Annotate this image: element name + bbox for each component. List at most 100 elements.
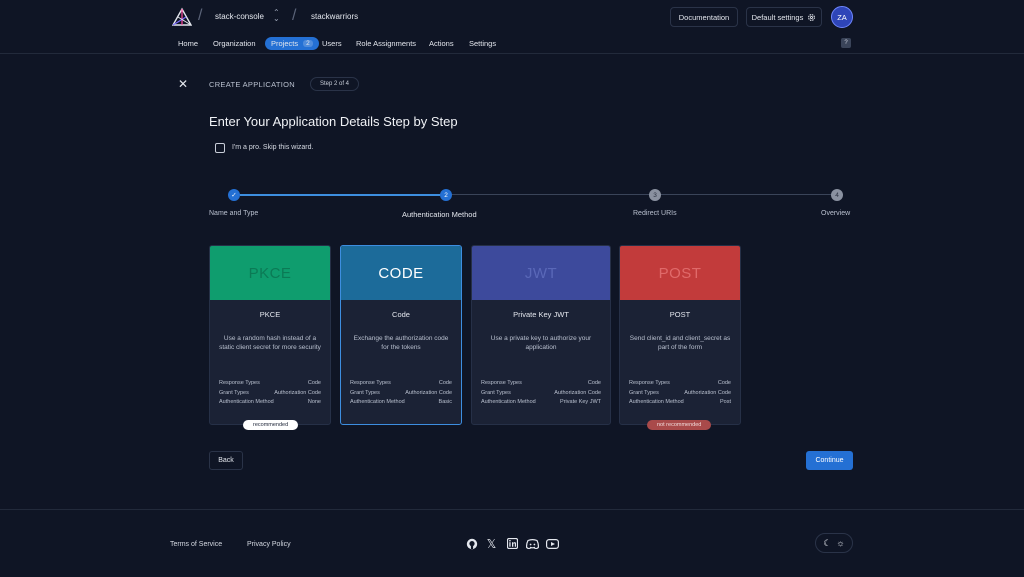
close-icon[interactable]: ✕ — [178, 77, 188, 91]
top-bar: / stack-console ⌃ ⌄ / stackwarriors Docum… — [0, 0, 1024, 34]
prop-label: Authentication Method — [350, 399, 405, 405]
discord-icon[interactable] — [526, 537, 539, 550]
prop-label: Authentication Method — [629, 399, 684, 405]
breadcrumb-separator: / — [292, 7, 297, 24]
prop-label: Grant Types — [481, 389, 511, 396]
prop-value: Code — [717, 380, 731, 386]
prop-value: Authorization Code — [405, 389, 452, 396]
auth-method-card-code[interactable]: CODE Code Exchange the authorization cod… — [340, 245, 462, 425]
prop-row: Grant Types Authorization Code — [481, 389, 601, 399]
card-description: Exchange the authorization code for the … — [353, 335, 449, 351]
nav-item-label: Projects — [271, 39, 299, 48]
prop-label: Response Types — [350, 380, 391, 386]
card-title: PKCE — [259, 310, 281, 319]
skip-wizard-checkbox[interactable] — [215, 143, 225, 153]
prop-row: Response Types Code — [481, 379, 601, 389]
step-number: 3 — [653, 191, 657, 199]
prop-label: Authentication Method — [481, 399, 536, 405]
prop-row: Authentication Method Private Key JWT — [481, 398, 601, 408]
stepper-line-complete — [240, 194, 440, 196]
card-banner: CODE — [341, 246, 461, 300]
moon-icon[interactable]: ☾ — [823, 538, 831, 549]
help-button[interactable]: ? — [841, 38, 851, 48]
nav-item-role-assignments[interactable]: Role Assignments — [356, 39, 416, 48]
step-1-label: Name and Type — [209, 210, 259, 217]
avatar-initials: ZA — [837, 12, 847, 22]
step-1-check-icon[interactable]: ✓ — [228, 189, 240, 201]
prop-value: None — [307, 399, 321, 405]
step-4-dot[interactable]: 4 — [831, 189, 843, 201]
back-button[interactable]: Back — [209, 451, 243, 470]
skip-wizard-label[interactable]: I'm a pro. Skip this wizard. — [232, 144, 313, 151]
x-icon[interactable]: 𝕏 — [485, 537, 498, 551]
nav-item-actions[interactable]: Actions — [429, 39, 454, 48]
prop-value: Authorization Code — [554, 389, 601, 396]
card-description: Use a random hash instead of a static cl… — [219, 335, 321, 351]
logo-icon[interactable] — [172, 7, 192, 27]
instance-name[interactable]: stackwarriors — [311, 12, 358, 21]
card-banner: JWT — [472, 246, 610, 300]
prop-value: Code — [438, 380, 452, 386]
step-3-label: Redirect URIs — [633, 210, 677, 217]
theme-toggle[interactable]: ☾ ☼ — [815, 533, 853, 553]
documentation-button[interactable]: Documentation — [670, 7, 738, 27]
prop-label: Grant Types — [629, 389, 659, 396]
not-recommended-badge: not recommended — [647, 420, 712, 430]
terms-link[interactable]: Terms of Service — [170, 541, 222, 548]
prop-label: Response Types — [481, 380, 522, 386]
prop-row: Grant Types Authorization Code — [350, 389, 452, 399]
prop-row: Authentication Method Basic — [350, 398, 452, 408]
prop-row: Response Types Code — [350, 379, 452, 389]
org-name[interactable]: stack-console — [215, 12, 264, 21]
prop-value: Basic — [438, 399, 452, 405]
linkedin-icon[interactable] — [506, 537, 519, 550]
default-settings-button[interactable]: Default settings — [746, 7, 822, 27]
documentation-label: Documentation — [678, 12, 730, 22]
continue-button[interactable]: Continue — [806, 451, 853, 470]
card-banner: PKCE — [210, 246, 330, 300]
card-description: Use a private key to authorize your appl… — [490, 335, 592, 351]
prop-label: Grant Types — [219, 389, 249, 396]
prop-row: Response Types Code — [629, 379, 731, 389]
step-4-label: Overview — [821, 210, 851, 217]
prop-value: Authorization Code — [684, 389, 731, 396]
prop-value: Code — [587, 380, 601, 386]
prop-label: Grant Types — [350, 389, 380, 396]
step-2-dot[interactable]: 2 — [440, 189, 452, 201]
youtube-icon[interactable] — [546, 537, 559, 550]
privacy-link[interactable]: Privacy Policy — [247, 541, 291, 548]
prop-row: Response Types Code — [219, 379, 321, 389]
breadcrumb-separator: / — [198, 7, 203, 24]
nav-item-home[interactable]: Home — [178, 39, 198, 48]
prop-value: Code — [307, 380, 321, 386]
prop-label: Response Types — [219, 380, 260, 386]
prop-row: Authentication Method Post — [629, 398, 731, 408]
auth-method-card-jwt[interactable]: JWT Private Key JWT Use a private key to… — [471, 245, 611, 425]
step-3-dot[interactable]: 3 — [649, 189, 661, 201]
step-2-label: Authentication Method — [402, 210, 477, 219]
step-indicator: Step 2 of 4 — [310, 77, 360, 91]
continue-label: Continue — [815, 457, 844, 464]
step-number: 4 — [835, 191, 839, 199]
org-switch-icon[interactable]: ⌃ ⌄ — [273, 9, 280, 23]
card-properties: Response Types Code Grant Types Authorizat… — [350, 379, 452, 408]
github-icon[interactable] — [465, 537, 478, 550]
stepper-line-pending — [452, 194, 832, 195]
card-title: Private Key JWT — [513, 310, 569, 319]
card-title: Code — [392, 310, 410, 319]
card-banner: POST — [620, 246, 740, 300]
step-indicator-text: Step 2 of 4 — [320, 81, 350, 87]
nav-item-users[interactable]: Users — [322, 39, 342, 48]
prop-label: Authentication Method — [219, 399, 274, 405]
card-properties: Response Types Code Grant Types Authorizat… — [219, 379, 321, 408]
step-number: 2 — [444, 191, 448, 199]
sun-icon[interactable]: ☼ — [836, 538, 844, 548]
nav-item-projects[interactable]: Projects 2 — [265, 37, 319, 50]
avatar[interactable]: ZA — [831, 6, 853, 28]
nav-item-settings[interactable]: Settings — [469, 39, 496, 48]
auth-method-card-post[interactable]: POST POST Send client_id and client_secr… — [619, 245, 741, 425]
back-label: Back — [218, 457, 234, 464]
auth-method-card-pkce[interactable]: PKCE PKCE Use a random hash instead of a… — [209, 245, 331, 425]
footer: Terms of Service Privacy Policy 𝕏 ☾ ☼ — [0, 509, 1024, 577]
nav-item-organization[interactable]: Organization — [213, 39, 256, 48]
